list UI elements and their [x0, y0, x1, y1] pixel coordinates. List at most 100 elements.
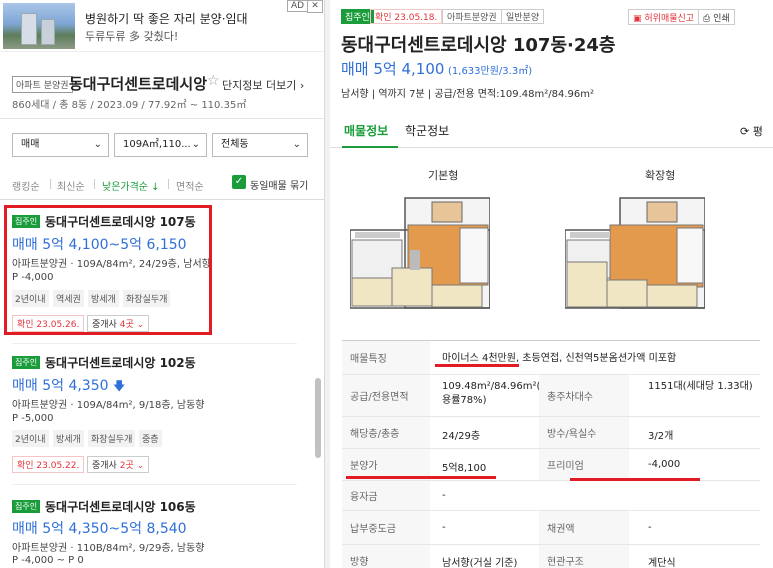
row-value: 3/2개 [648, 431, 674, 442]
red-underline [435, 364, 519, 367]
row-value: - [442, 490, 446, 501]
floor-plan-extended[interactable] [565, 190, 705, 320]
divider [0, 118, 324, 119]
red-underline [346, 476, 496, 479]
tab-listing-info[interactable]: 매물정보 [344, 122, 388, 139]
info-row-direction: 방향 남서향(거실 기준) 현관구조 계단식 [342, 545, 760, 568]
row-key: 프리미엄 [539, 449, 629, 480]
price-value: 매매 5억 4,350 [12, 378, 109, 394]
complex-summary: 860세대 / 총 8동 / 2023.09 / 77.92㎡ ~ 110.35… [12, 100, 247, 111]
complex-info-more-link[interactable]: 단지정보 더보기 › [222, 77, 304, 93]
print-icon: ⎙ [703, 14, 711, 24]
ad-title[interactable]: 병원하기 딱 좋은 자리 분양·임대 [85, 10, 248, 27]
detail-title: 동대구더센트로데시앙 107동·24층 [341, 35, 616, 56]
confirm-date: 확인 23.05.22. [12, 456, 85, 473]
type-badge: 아파트분양권 [442, 9, 502, 24]
listing-price: 매매 5억 4,350 🡇 [12, 375, 125, 398]
confirm-badge: 확인 23.05.18. [370, 9, 443, 24]
owner-badge: 집주인 [12, 500, 41, 513]
listing-premium: P -5,000 [12, 413, 54, 424]
unit-label: 평 [752, 125, 763, 138]
sort-low-price[interactable]: 낮은가격순 ↓ [102, 178, 160, 193]
plan-extended-label: 확장형 [645, 169, 676, 182]
listing-panel: 병원하기 딱 좋은 자리 분양·임대 두류두류 多 갖췄다! AD ✕ 아파트 … [0, 0, 325, 568]
owner-badge: 집주인 [12, 356, 41, 369]
listing-premium: P -4,000 ~ P 0 [12, 555, 84, 566]
tab-school-info[interactable]: 학군정보 [405, 122, 449, 139]
info-row-area: 공급/전용면적 109.48m²/84.96m²(전용률78%) 총주차대수 1… [342, 375, 760, 417]
refresh-icon: ⟳ [740, 125, 750, 138]
same-listing-checkbox[interactable]: ✓ [232, 175, 246, 189]
area-select[interactable]: 109A㎡,110... ⌄ [114, 133, 207, 157]
ad-close-icon[interactable]: ✕ [307, 0, 323, 13]
listing-info: 아파트분양권 · 109A/84m², 9/18층, 남동향 [12, 400, 205, 411]
row-key: 채권액 [539, 511, 629, 544]
info-row-payment: 납부중도금 - 채권액 - [342, 511, 760, 545]
row-key: 융자금 [342, 481, 430, 510]
trade-type-value: 매매 [21, 139, 40, 150]
row-value: - [442, 522, 446, 533]
row-key: 현관구조 [539, 545, 629, 568]
row-value: - [648, 522, 652, 533]
sort-ranking[interactable]: 랭킹순 [12, 178, 40, 193]
divider [168, 179, 169, 189]
feature-tag: 방세개 [53, 430, 84, 447]
agent-label: 중개사 [92, 461, 117, 471]
ad-image[interactable] [3, 3, 75, 49]
row-key: 방수/욕실수 [539, 417, 629, 448]
row-value: 24/29층 [442, 431, 481, 442]
active-tab-indicator [342, 146, 398, 148]
floor-plan-basic[interactable] [350, 190, 490, 320]
dong-value: 전체동 [221, 139, 249, 150]
row-value: 5억8,100 [442, 463, 487, 474]
plan-basic-label: 기본형 [428, 169, 459, 182]
print-button[interactable]: ⎙ 인쇄 [698, 9, 735, 25]
row-key: 납부중도금 [342, 511, 430, 544]
owner-badge: 집주인 [341, 9, 374, 24]
report-button[interactable]: ▣ 허위매물신고 [628, 9, 700, 25]
row-key: 방향 [342, 545, 430, 568]
row-value: 109.48m²/84.96m²(전용률78%) [442, 381, 550, 406]
complex-name: 동대구더센트로데시앙 [69, 75, 208, 93]
listing-info: 아파트분양권 · 110B/84m², 9/29층, 남동향 [12, 543, 205, 554]
row-value: 계단식 [648, 558, 676, 568]
ad-banner[interactable]: 병원하기 딱 좋은 자리 분양·임대 두류두류 多 갖췄다! AD ✕ [0, 0, 324, 52]
siren-icon: ▣ [633, 14, 642, 24]
detail-price-per: (1,633만원/3.3㎡) [448, 66, 533, 77]
ad-subtitle[interactable]: 두류두류 多 갖췄다! [85, 28, 178, 44]
sort-latest[interactable]: 최신순 [57, 178, 85, 193]
divider [12, 484, 297, 485]
row-value: -4,000 [648, 459, 681, 470]
row-key: 해당층/총층 [342, 417, 430, 448]
detail-summary: 남서향 | 역까지 7분 | 공급/전용 면적:109.48m²/84.96m² [341, 89, 594, 100]
info-row-features: 매물특징 마이너스 4천만원, 초등연접, 신천역5분옴션가액 미포함 [342, 341, 760, 375]
row-value: 남서향(거실 기준) [442, 558, 518, 568]
listing-title[interactable]: 동대구더센트로데시앙 102동 [45, 354, 196, 371]
divider [0, 199, 324, 200]
dong-select[interactable]: 전체동 ⌄ [212, 133, 308, 157]
divider [50, 179, 51, 189]
trade-type-select[interactable]: 매매 ⌄ [12, 133, 109, 157]
row-key: 매물특징 [342, 341, 430, 374]
row-value: 1151대(세대당 1.33대) [648, 381, 753, 392]
feature-tag: 화장실두개 [88, 430, 136, 447]
ad-tag: AD [287, 0, 309, 12]
favorite-star-icon[interactable]: ☆ [207, 73, 220, 89]
chevron-down-icon: ⌄ [93, 139, 102, 150]
sort-area[interactable]: 면적순 [176, 178, 204, 193]
divider [94, 179, 95, 189]
agent-count-button[interactable]: 중개사 2곳 ⌄ [87, 456, 150, 473]
same-listing-label[interactable]: 동일매물 묶기 [250, 177, 308, 192]
unit-toggle[interactable]: ⟳ 평 [740, 123, 763, 139]
detail-panel: 집주인 확인 23.05.18. 아파트분양권 일반분양 ▣ 허위매물신고 ⎙ … [330, 0, 773, 568]
listing-title[interactable]: 동대구더센트로데시앙 106동 [45, 498, 196, 515]
divider [12, 343, 297, 344]
chevron-down-icon: ⌄ [292, 139, 301, 150]
chevron-down-icon: ⌄ [191, 139, 200, 150]
sale-badge: 일반분양 [501, 9, 545, 24]
agent-count: 2곳 ⌄ [119, 461, 145, 471]
area-value: 109A㎡,110... [123, 139, 191, 150]
row-key: 공급/전용면적 [342, 375, 430, 416]
scrollbar-thumb[interactable] [315, 378, 321, 458]
print-label: 인쇄 [713, 14, 730, 24]
